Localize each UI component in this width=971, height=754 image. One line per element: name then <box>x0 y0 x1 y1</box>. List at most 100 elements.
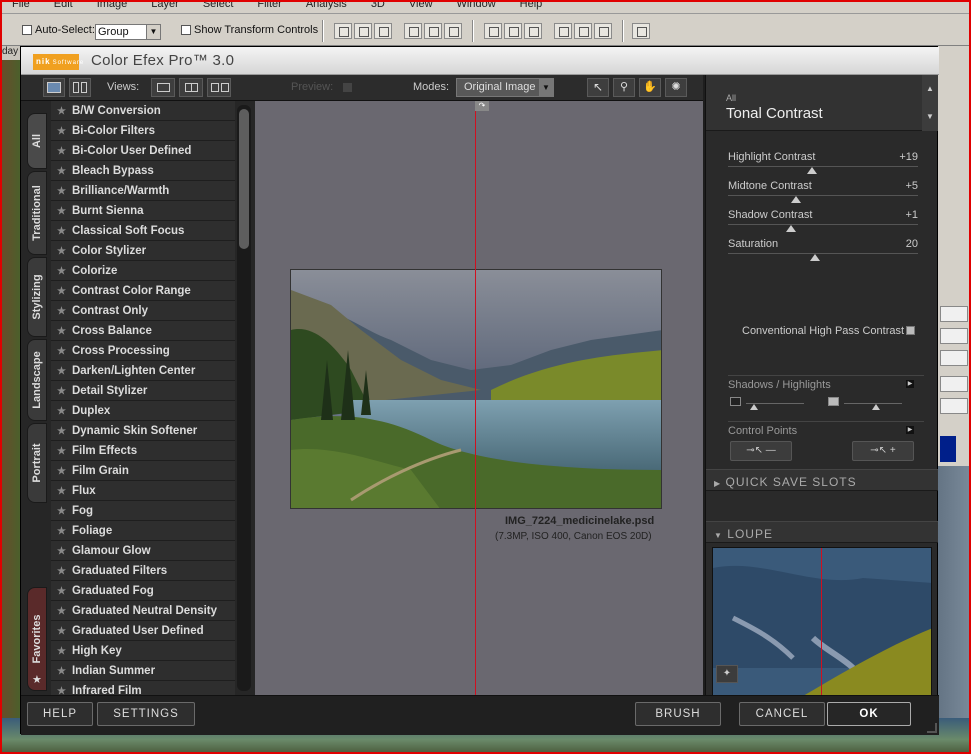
star-icon[interactable]: ★ <box>57 326 66 337</box>
star-icon[interactable]: ★ <box>57 226 66 237</box>
filter-list-item[interactable]: ★ Graduated Neutral Density <box>51 601 235 621</box>
conventional-high-pass-checkbox[interactable] <box>906 326 915 335</box>
settings-button[interactable]: SETTINGS <box>97 702 195 726</box>
filter-list-item[interactable]: ★ Indian Summer <box>51 661 235 681</box>
filter-list-item[interactable]: ★ Graduated User Defined <box>51 621 235 641</box>
filter-list-item[interactable]: ★ Graduated Fog <box>51 581 235 601</box>
slider-midtone-contrast[interactable]: Midtone Contrast +5 <box>728 180 918 204</box>
filter-list-item[interactable]: ★ High Key <box>51 641 235 661</box>
filter-list-item[interactable]: ★ B/W Conversion <box>51 101 235 121</box>
ok-button[interactable]: OK <box>827 702 911 726</box>
slider-saturation[interactable]: Saturation 20 <box>728 238 918 262</box>
single-panel-icon[interactable] <box>43 78 65 97</box>
filter-list-item[interactable]: ★ Film Grain <box>51 461 235 481</box>
scrollbar-thumb[interactable] <box>239 109 249 249</box>
align-left-icon[interactable] <box>404 23 422 39</box>
star-icon[interactable]: ★ <box>57 186 66 197</box>
chevron-up-icon[interactable]: ▲ <box>922 75 938 103</box>
brush-button[interactable]: BRUSH <box>635 702 721 726</box>
filter-list-item[interactable]: ★ Film Effects <box>51 441 235 461</box>
split-panel-icon[interactable] <box>69 78 91 97</box>
remove-control-point-button[interactable]: ⊸↖ — <box>730 441 792 461</box>
star-icon[interactable]: ★ <box>57 286 66 297</box>
auto-select-checkbox[interactable] <box>22 25 32 35</box>
slider-track[interactable] <box>728 195 918 196</box>
star-icon[interactable]: ★ <box>57 506 66 517</box>
star-icon[interactable]: ★ <box>57 166 66 177</box>
star-icon[interactable]: ★ <box>57 486 66 497</box>
zoom-tool-icon[interactable]: ⚲ <box>613 78 635 97</box>
filter-list-item[interactable]: ★ Color Stylizer <box>51 241 235 261</box>
star-icon[interactable]: ★ <box>57 366 66 377</box>
pin-icon[interactable]: ✦ <box>716 665 738 683</box>
filter-scrollbar[interactable] <box>237 105 251 691</box>
modes-dropdown[interactable]: Original Image ▼ <box>456 78 554 97</box>
star-icon[interactable]: ★ <box>57 406 66 417</box>
tab-favorites[interactable]: Favorites ★ <box>27 587 47 691</box>
panel-field[interactable] <box>940 306 968 322</box>
chevron-down-icon[interactable]: ▼ <box>922 103 938 131</box>
star-icon[interactable]: ★ <box>57 246 66 257</box>
slider-track[interactable] <box>728 253 918 254</box>
split-divider[interactable] <box>475 101 476 695</box>
view-side-by-side-icon[interactable] <box>207 78 231 97</box>
view-single-icon[interactable] <box>151 78 175 97</box>
align-right-icon[interactable] <box>444 23 462 39</box>
align-vcenter-icon[interactable] <box>354 23 372 39</box>
star-icon[interactable]: ★ <box>57 666 66 677</box>
filter-list-item[interactable]: ★ Duplex <box>51 401 235 421</box>
star-icon[interactable]: ★ <box>57 306 66 317</box>
preview-area[interactable]: ↷ IMG_7224_medicinelake.psd (7.3MP, ISO … <box>255 101 703 695</box>
filter-list-item[interactable]: ★ Glamour Glow <box>51 541 235 561</box>
slider-track[interactable] <box>728 224 918 225</box>
tab-portrait[interactable]: Portrait <box>27 423 47 503</box>
star-icon[interactable]: ★ <box>57 426 66 437</box>
add-control-point-button[interactable]: ⊸↖ + <box>852 441 914 461</box>
filter-list-item[interactable]: ★ Detail Stylizer <box>51 381 235 401</box>
star-icon[interactable]: ★ <box>57 586 66 597</box>
tab-traditional[interactable]: Traditional <box>27 171 47 255</box>
star-icon[interactable]: ★ <box>57 346 66 357</box>
filter-list-item[interactable]: ★ Graduated Filters <box>51 561 235 581</box>
slider-highlight-contrast[interactable]: Highlight Contrast +19 <box>728 151 918 175</box>
star-icon[interactable]: ★ <box>57 126 66 137</box>
cancel-button[interactable]: CANCEL <box>739 702 825 726</box>
filter-list-item[interactable]: ★ Classical Soft Focus <box>51 221 235 241</box>
help-button[interactable]: HELP <box>27 702 93 726</box>
filter-list-item[interactable]: ★ Flux <box>51 481 235 501</box>
filter-list-item[interactable]: ★ Bi-Color Filters <box>51 121 235 141</box>
slider-thumb[interactable] <box>806 167 817 174</box>
star-icon[interactable]: ★ <box>57 606 66 617</box>
filter-list-item[interactable]: ★ Contrast Color Range <box>51 281 235 301</box>
filter-list-item[interactable]: ★ Colorize <box>51 261 235 281</box>
auto-select-dropdown[interactable]: Group ▼ <box>95 24 161 40</box>
star-icon[interactable]: ★ <box>57 646 66 657</box>
distribute-bottom-icon[interactable] <box>524 23 542 39</box>
star-icon[interactable]: ★ <box>57 466 66 477</box>
align-top-icon[interactable] <box>334 23 352 39</box>
view-split-icon[interactable] <box>179 78 203 97</box>
star-icon[interactable]: ★ <box>57 546 66 557</box>
expand-arrow-icon[interactable]: ▶ <box>906 426 914 434</box>
slider-shadow-contrast[interactable]: Shadow Contrast +1 <box>728 209 918 233</box>
filter-list-item[interactable]: ★ Darken/Lighten Center <box>51 361 235 381</box>
loupe-header[interactable]: ▼ LOUPE <box>706 521 938 543</box>
slider-thumb[interactable] <box>785 225 796 232</box>
filter-list-item[interactable]: ★ Bi-Color User Defined <box>51 141 235 161</box>
align-bottom-icon[interactable] <box>374 23 392 39</box>
slider-thumb[interactable] <box>791 196 802 203</box>
filter-list-item[interactable]: ★ Fog <box>51 501 235 521</box>
auto-align-icon[interactable] <box>632 23 650 39</box>
slider-track[interactable] <box>728 166 918 167</box>
star-icon[interactable]: ★ <box>57 146 66 157</box>
filter-list-item[interactable]: ★ Brilliance/Warmth <box>51 181 235 201</box>
distribute-top-icon[interactable] <box>484 23 502 39</box>
star-icon[interactable]: ★ <box>57 526 66 537</box>
star-icon[interactable]: ★ <box>57 446 66 457</box>
panel-field[interactable] <box>940 350 968 366</box>
filter-list-item[interactable]: ★ Cross Processing <box>51 341 235 361</box>
filter-list-item[interactable]: ★ Foliage <box>51 521 235 541</box>
filter-list-item[interactable]: ★ Contrast Only <box>51 301 235 321</box>
color-swatch[interactable] <box>940 436 956 462</box>
show-transform-checkbox[interactable] <box>181 25 191 35</box>
